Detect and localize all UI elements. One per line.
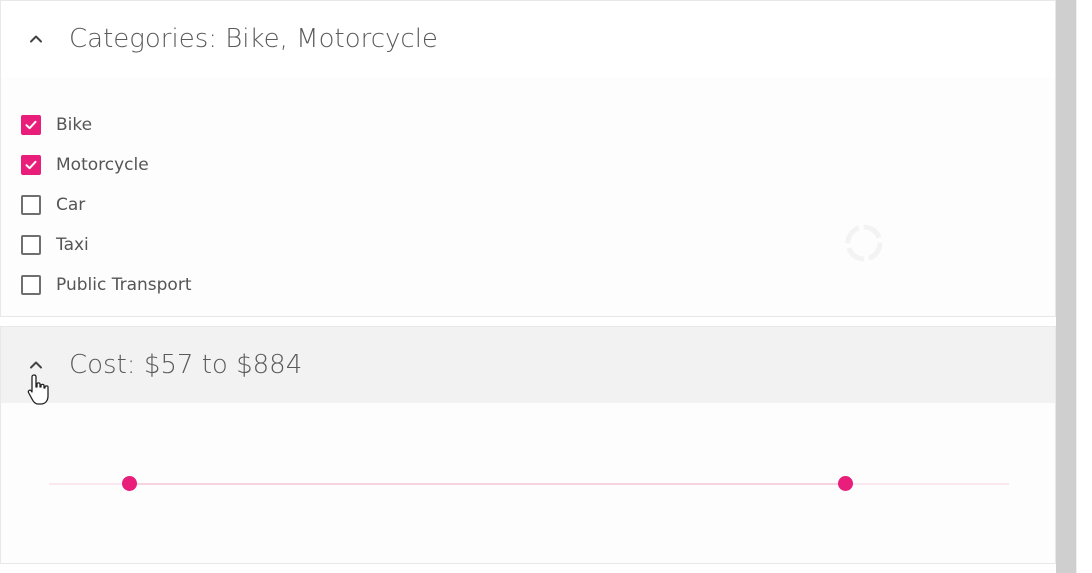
option-label: Taxi <box>56 235 89 255</box>
check-icon <box>25 120 37 130</box>
option-label: Car <box>56 195 86 215</box>
chevron-up-icon[interactable] <box>27 30 45 48</box>
category-option-motorcycle[interactable]: Motorcycle <box>21 145 192 185</box>
spinner-icon <box>845 224 883 262</box>
category-option-taxi[interactable]: Taxi <box>21 225 192 265</box>
categories-title: Categories: Bike, Motorcycle <box>69 24 438 54</box>
categories-panel-header[interactable]: Categories: Bike, Motorcycle <box>1 1 1055 77</box>
checkbox-public-transport[interactable] <box>21 275 41 295</box>
categories-panel-body: Bike Motorcycle Car Taxi Public Transpor… <box>1 77 1055 316</box>
category-option-car[interactable]: Car <box>21 185 192 225</box>
cost-title: Cost: $57 to $884 <box>69 350 303 380</box>
check-icon <box>25 160 37 170</box>
cost-panel: Cost: $57 to $884 <box>0 326 1056 564</box>
cost-panel-body <box>1 403 1055 563</box>
cost-range-slider[interactable] <box>49 476 1009 491</box>
checkbox-motorcycle[interactable] <box>21 155 41 175</box>
category-options-list: Bike Motorcycle Car Taxi Public Transpor… <box>21 105 192 305</box>
checkbox-bike[interactable] <box>21 115 41 135</box>
categories-panel: Categories: Bike, Motorcycle Bike Motorc… <box>0 0 1056 317</box>
chevron-up-icon[interactable] <box>27 356 45 374</box>
option-label: Motorcycle <box>56 155 149 175</box>
checkbox-taxi[interactable] <box>21 235 41 255</box>
checkbox-car[interactable] <box>21 195 41 215</box>
category-option-bike[interactable]: Bike <box>21 105 192 145</box>
category-option-public-transport[interactable]: Public Transport <box>21 265 192 305</box>
slider-thumb-min[interactable] <box>122 476 138 491</box>
scrollbar-gutter <box>1076 0 1092 573</box>
slider-selected-range <box>129 483 846 485</box>
slider-thumb-max[interactable] <box>838 476 854 491</box>
option-label: Bike <box>56 115 93 135</box>
option-label: Public Transport <box>56 275 192 295</box>
vertical-scrollbar[interactable] <box>1056 0 1076 573</box>
cost-panel-header[interactable]: Cost: $57 to $884 <box>1 327 1055 403</box>
